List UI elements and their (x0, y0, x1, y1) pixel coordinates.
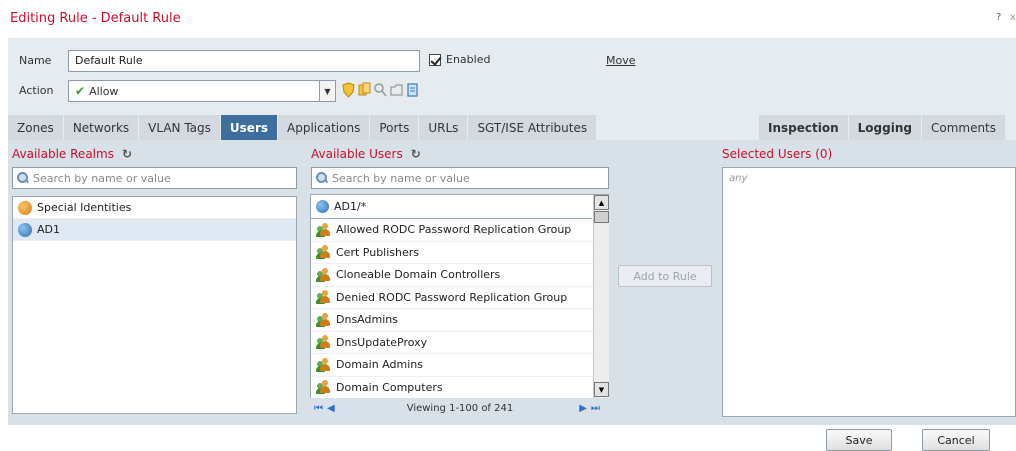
user-group-icon (316, 267, 331, 282)
special-identities-icon (18, 200, 32, 215)
realm-item-ad1[interactable]: AD1 (13, 219, 296, 241)
inspect-icon[interactable] (374, 82, 387, 98)
action-select[interactable]: ✔ Allow (68, 80, 320, 102)
action-value: Allow (89, 84, 119, 98)
refresh-users-icon[interactable]: ↻ (411, 147, 421, 161)
list-item-label: Cert Publishers (336, 245, 420, 259)
list-item[interactable]: Denied RODC Password Replication Group (311, 287, 608, 309)
prev-page-icon[interactable]: ◀ (327, 403, 335, 414)
user-group-icon (316, 245, 331, 260)
list-item[interactable]: DnsUpdateProxy (311, 332, 608, 354)
selected-users-header: Selected Users (0) (722, 147, 832, 161)
tab-ports[interactable]: Ports (370, 115, 420, 140)
last-page-icon[interactable]: ⏭ (591, 403, 600, 414)
user-group-icon (316, 380, 331, 395)
tab-networks[interactable]: Networks (63, 115, 140, 140)
tab-urls[interactable]: URLs (419, 115, 469, 140)
enabled-toggle[interactable]: Enabled (429, 53, 490, 66)
users-search-input[interactable]: Search by name or value (311, 167, 609, 189)
realms-search-input[interactable]: Search by name or value (12, 167, 297, 189)
users-header-label: AD1/* (334, 200, 367, 213)
globe-icon (18, 222, 32, 237)
pager-text: Viewing 1-100 of 241 (406, 402, 514, 414)
dialog-title: Editing Rule - Default Rule (10, 11, 181, 26)
available-realms-header: Available Realms ↻ (12, 147, 132, 161)
folder-icon[interactable] (390, 82, 403, 98)
scroll-up-icon[interactable]: ▲ (594, 195, 609, 210)
save-button[interactable]: Save (826, 429, 892, 451)
user-group-icon (316, 312, 331, 327)
action-dropdown-arrow-icon[interactable]: ▼ (320, 80, 336, 102)
selected-users-list[interactable]: any (722, 167, 1016, 417)
realm-item-label: Special Identities (37, 201, 132, 214)
available-users-header: Available Users ↻ (311, 147, 421, 161)
enabled-checkbox[interactable] (429, 53, 441, 66)
cancel-button[interactable]: Cancel (922, 429, 990, 451)
globe-icon (316, 200, 329, 213)
tab-vlan-tags[interactable]: VLAN Tags (139, 115, 221, 140)
tab-bar-left: Zones Networks VLAN Tags Users Applicati… (8, 115, 598, 140)
tab-applications[interactable]: Applications (278, 115, 371, 140)
list-item[interactable]: Domain Admins (311, 354, 608, 377)
list-item[interactable]: Cloneable Domain Controllers (311, 264, 608, 287)
list-item[interactable]: Domain Computers (311, 377, 608, 399)
list-item[interactable]: Cert Publishers (311, 242, 608, 264)
close-icon[interactable]: x (1010, 12, 1016, 23)
scroll-down-icon[interactable]: ▼ (594, 382, 609, 397)
move-link[interactable]: Move (606, 54, 636, 67)
realms-list: Special Identities AD1 (12, 196, 297, 414)
name-label: Name (19, 54, 52, 67)
users-tab-panel: Available Realms ↻ Search by name or val… (8, 140, 1016, 425)
help-icon[interactable]: ? (996, 12, 1001, 23)
tab-sgt-ise-attributes[interactable]: SGT/ISE Attributes (468, 115, 598, 140)
realm-item-label: AD1 (37, 223, 60, 236)
action-label: Action (19, 84, 54, 97)
users-list: AD1/* Allowed RODC Password Replication … (310, 194, 609, 398)
list-item-label: DnsAdmins (336, 313, 398, 327)
user-group-icon (316, 335, 331, 350)
tab-zones[interactable]: Zones (8, 115, 64, 140)
allow-check-icon: ✔ (75, 84, 86, 98)
name-field[interactable]: Default Rule (68, 50, 420, 72)
realm-item-special-identities[interactable]: Special Identities (13, 197, 296, 219)
list-item-label: Denied RODC Password Replication Group (336, 290, 568, 304)
available-realms-label: Available Realms (12, 147, 114, 161)
scroll-thumb[interactable] (594, 211, 609, 223)
user-group-icon (316, 357, 331, 372)
refresh-realms-icon[interactable]: ↻ (122, 147, 132, 161)
tab-logging[interactable]: Logging (848, 115, 922, 140)
search-icon (17, 172, 29, 184)
list-item[interactable]: DnsAdmins (311, 309, 608, 332)
selected-users-label: Selected Users (0) (722, 147, 833, 161)
files-icon[interactable] (358, 82, 371, 98)
action-icon-bar (342, 82, 419, 98)
enabled-label: Enabled (446, 53, 491, 66)
search-icon (316, 172, 328, 184)
users-list-scrollbar[interactable]: ▲ ▼ (593, 195, 609, 398)
user-group-icon (316, 290, 331, 305)
list-item-label: Domain Admins (336, 358, 423, 372)
list-item-label: Domain Computers (336, 380, 443, 394)
tab-users[interactable]: Users (220, 115, 279, 140)
list-item-label: Cloneable Domain Controllers (336, 268, 501, 282)
list-item-label: Allowed RODC Password Replication Group (336, 223, 572, 237)
add-to-rule-button[interactable]: Add to Rule (618, 265, 712, 287)
users-search-placeholder: Search by name or value (332, 171, 470, 185)
tab-bar-right: Inspection Logging Comments (759, 115, 1007, 140)
realms-search-placeholder: Search by name or value (33, 171, 171, 185)
selected-users-placeholder: any (729, 173, 748, 184)
users-pager: ⏮ ◀ Viewing 1-100 of 241 ▶ ⏭ (310, 398, 609, 418)
list-item-label: DnsUpdateProxy (336, 335, 428, 349)
tab-comments[interactable]: Comments (921, 115, 1007, 140)
shield-icon[interactable] (342, 82, 355, 98)
first-page-icon[interactable]: ⏮ (314, 403, 323, 414)
available-users-label: Available Users (311, 147, 403, 161)
log-icon[interactable] (406, 82, 419, 98)
user-group-icon (316, 222, 331, 237)
users-list-header-row[interactable]: AD1/* (311, 195, 592, 219)
next-page-icon[interactable]: ▶ (579, 403, 587, 414)
list-item[interactable]: Allowed RODC Password Replication Group (311, 219, 608, 242)
tab-inspection[interactable]: Inspection (759, 115, 849, 140)
